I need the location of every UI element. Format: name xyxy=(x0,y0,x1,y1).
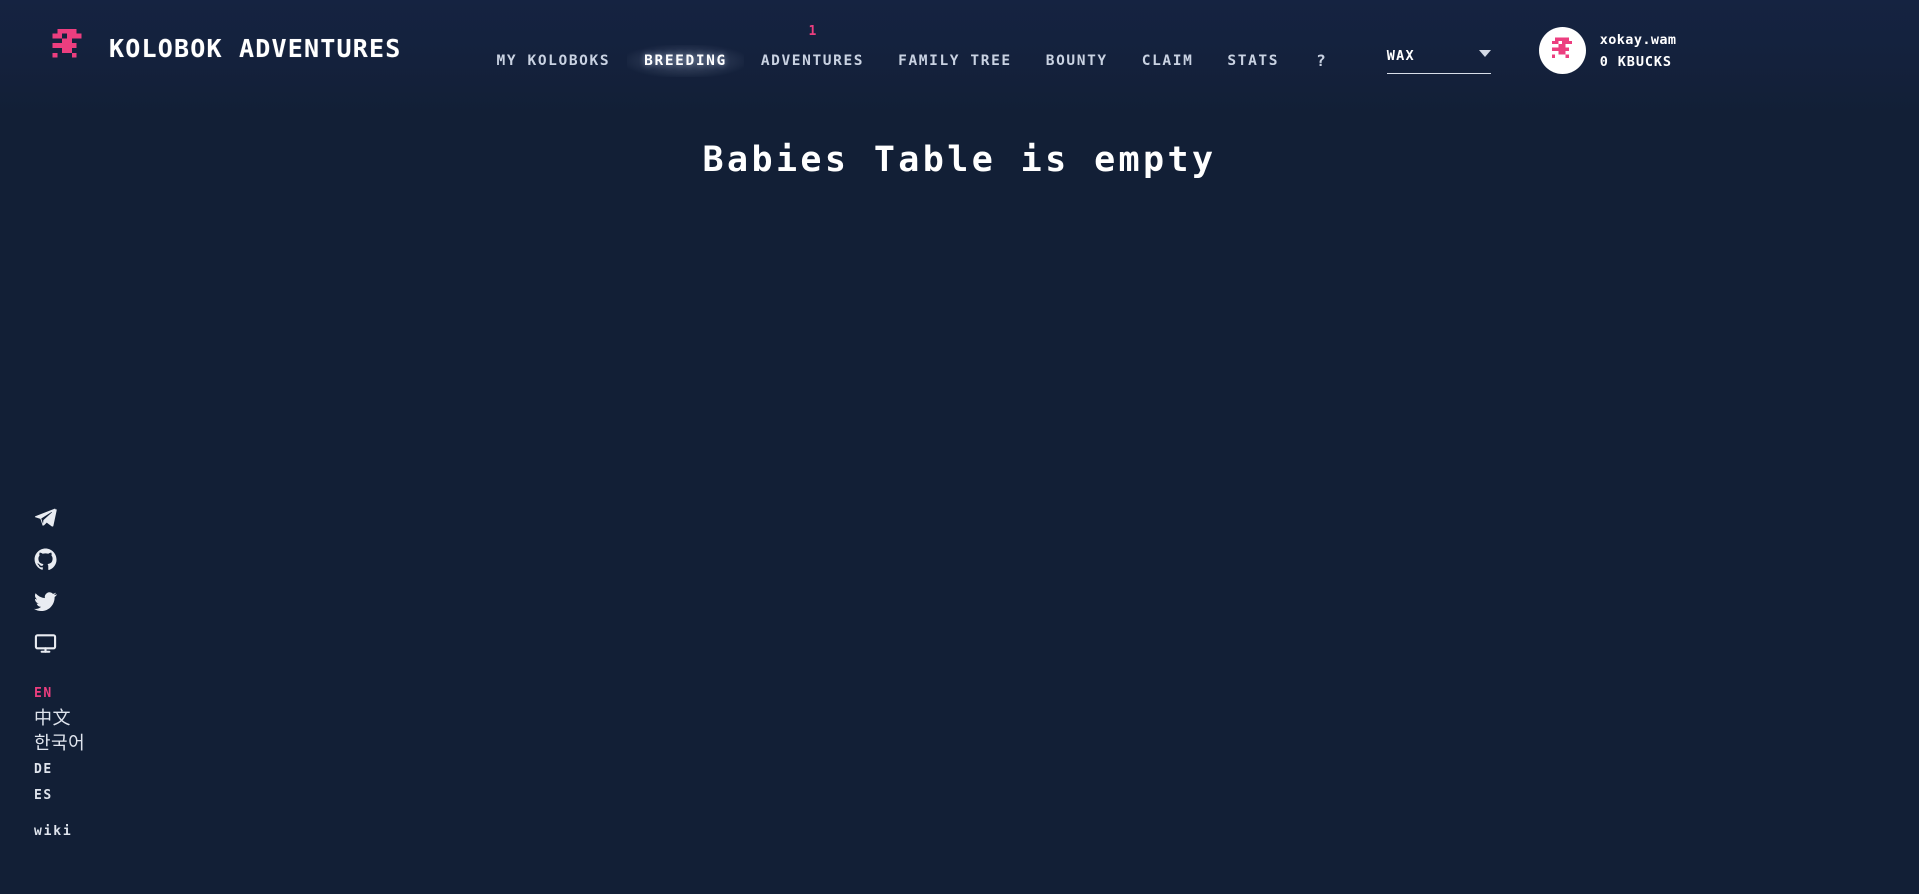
nav-item-breeding[interactable]: BREEDING xyxy=(627,44,744,78)
nav-label: FAMILY TREE xyxy=(898,52,1012,69)
monitor-icon[interactable] xyxy=(34,631,58,655)
wiki-link[interactable]: wiki xyxy=(34,825,85,838)
nav-item-bounty[interactable]: BOUNTY xyxy=(1029,45,1125,78)
nav-item-claim[interactable]: CLAIM xyxy=(1125,45,1211,78)
account-name: xokay.wam xyxy=(1599,31,1677,48)
main-navigation: MY KOLOBOKS BREEDING 1 ADVENTURES FAMILY… xyxy=(480,25,1346,78)
github-icon[interactable] xyxy=(34,547,58,571)
chain-select[interactable]: WAX xyxy=(1386,38,1491,74)
nav-item-adventures[interactable]: 1 ADVENTURES xyxy=(744,25,881,78)
nav-label: BOUNTY xyxy=(1045,52,1108,69)
nav-item-family-tree[interactable]: FAMILY TREE xyxy=(881,45,1029,78)
nav-item-help[interactable]: ? xyxy=(1296,44,1346,78)
nav-label: ADVENTURES xyxy=(760,52,865,69)
sidebar-footer-links: EN 中文 한국어 DE ES wiki xyxy=(34,505,85,838)
nav-item-stats[interactable]: STATS xyxy=(1210,45,1296,78)
lang-option-en[interactable]: EN xyxy=(34,682,85,705)
brand-title: KOLOBOK ADVENTURES xyxy=(109,33,402,63)
app-header: KOLOBOK ADVENTURES MY KOLOBOKS BREEDING … xyxy=(0,0,1919,115)
adventures-badge: 1 xyxy=(808,23,817,39)
nav-label: MY KOLOBOKS xyxy=(496,52,611,69)
chevron-down-icon xyxy=(1478,50,1491,57)
nav-item-my-koloboks[interactable]: MY KOLOBOKS xyxy=(480,45,628,78)
social-links xyxy=(34,505,85,655)
lang-option-es[interactable]: ES xyxy=(34,784,85,807)
brand-logo[interactable]: KOLOBOK ADVENTURES xyxy=(43,24,402,72)
kolobok-pixel-logo-icon xyxy=(43,24,91,72)
nav-label: STATS xyxy=(1227,52,1280,69)
lang-option-zh[interactable]: 中文 xyxy=(34,708,85,730)
babies-table-empty-message: Babies Table is empty xyxy=(702,140,1217,180)
language-switcher: EN 中文 한국어 DE ES xyxy=(34,682,85,807)
account-balance: 0 KBUCKS xyxy=(1599,53,1672,70)
nav-label: BREEDING xyxy=(644,52,727,69)
lang-option-de[interactable]: DE xyxy=(34,758,85,781)
chain-select-value: WAX xyxy=(1386,47,1415,64)
nav-label: CLAIM xyxy=(1141,52,1194,69)
nav-label: ? xyxy=(1316,51,1326,70)
avatar xyxy=(1538,27,1586,74)
twitter-icon[interactable] xyxy=(34,589,58,613)
main-content: Babies Table is empty xyxy=(0,115,1919,894)
telegram-icon[interactable] xyxy=(34,505,58,529)
account-summary[interactable]: xokay.wam 0 KBUCKS xyxy=(1538,27,1677,74)
lang-option-ko[interactable]: 한국어 xyxy=(34,733,85,755)
